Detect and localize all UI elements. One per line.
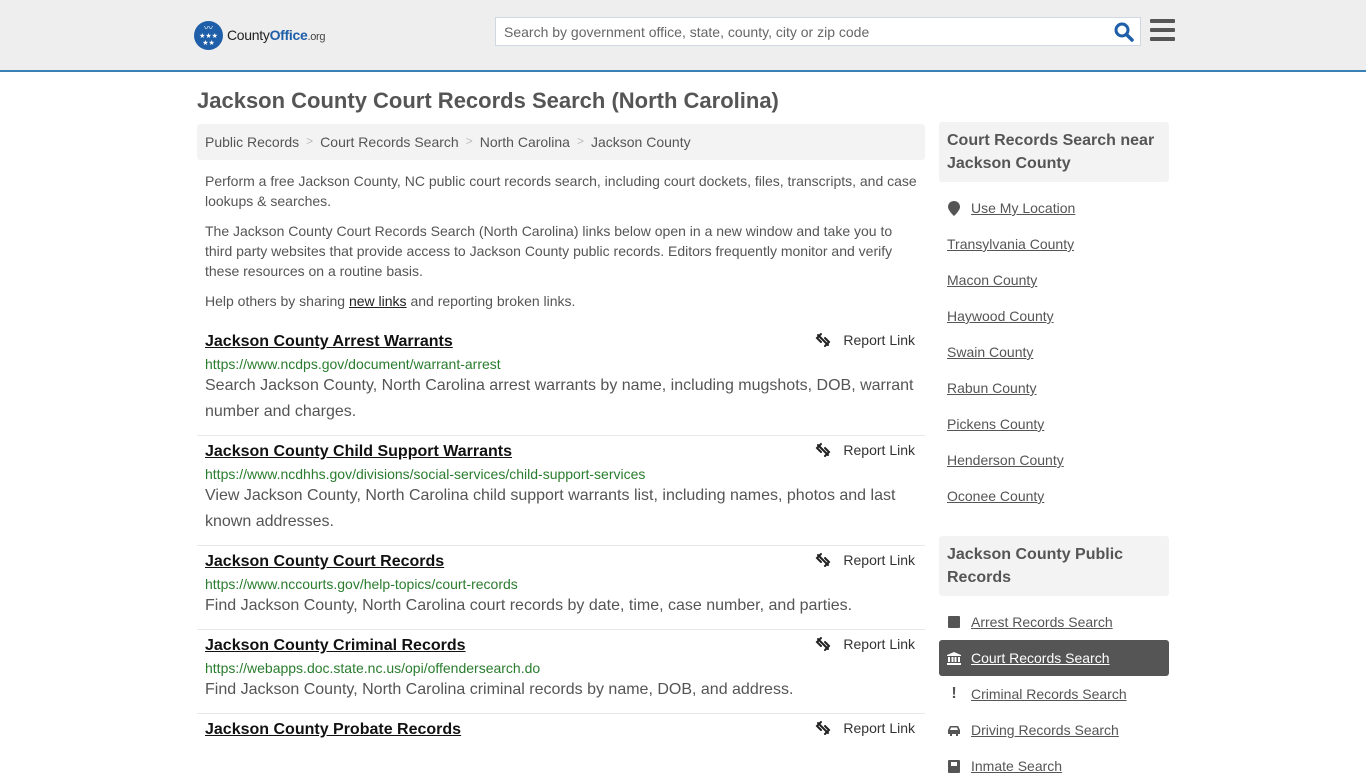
nearby-county-link[interactable]: Macon County [939, 262, 1169, 298]
search-box [495, 17, 1141, 46]
square-icon [947, 616, 961, 628]
breadcrumb-court-records-search[interactable]: Court Records Search [320, 134, 459, 150]
map-marker-icon [947, 200, 961, 216]
sidebar-item-arrest-records[interactable]: Arrest Records Search [939, 604, 1169, 640]
use-my-location[interactable]: Use My Location [939, 190, 1169, 226]
site-logo[interactable]: 〰 ★★★ ★★ CountyOffice.org [194, 20, 326, 50]
report-link-button[interactable]: Report Link [815, 552, 915, 568]
nearby-county-link[interactable]: Henderson County [939, 442, 1169, 478]
result-url: https://www.ncdps.gov/document/warrant-a… [205, 356, 501, 372]
courthouse-icon [947, 651, 961, 665]
breadcrumb-public-records[interactable]: Public Records [205, 134, 299, 150]
intro-paragraph: Help others by sharing new links and rep… [205, 293, 576, 309]
nearby-county-link[interactable]: Oconee County [939, 478, 1169, 514]
result-url: https://webapps.doc.state.nc.us/opi/offe… [205, 660, 541, 676]
result-title-link[interactable]: Jackson County Child Support Warrants [205, 442, 512, 462]
broken-link-icon [815, 721, 831, 735]
sidebar-nearby: Court Records Search near Jackson County… [939, 122, 1169, 514]
broken-link-icon [815, 443, 831, 457]
breadcrumb-separator: > [306, 134, 314, 148]
sidebar-item-inmate-search[interactable]: Inmate Search [939, 748, 1169, 784]
search-input[interactable] [496, 18, 1106, 45]
nearby-county-link[interactable]: Rabun County [939, 370, 1169, 406]
intro-paragraph: Perform a free Jackson County, NC public… [205, 173, 917, 209]
breadcrumb-separator: > [576, 134, 584, 148]
page-title: Jackson County Court Records Search (Nor… [197, 88, 779, 113]
sidebar-item-court-records[interactable]: Court Records Search [939, 640, 1169, 676]
logo-text: CountyOffice.org [227, 27, 326, 43]
result-title-link[interactable]: Jackson County Arrest Warrants [205, 332, 453, 352]
logo-eagle-icon: 〰 ★★★ ★★ [194, 20, 223, 50]
intro-text: Perform a free Jackson County, NC public… [205, 171, 923, 321]
broken-link-icon [815, 333, 831, 347]
breadcrumb-north-carolina[interactable]: North Carolina [480, 134, 570, 150]
intro-paragraph: The Jackson County Court Records Search … [205, 223, 893, 279]
exclamation-icon: ! [951, 685, 957, 702]
breadcrumb-separator: > [465, 134, 473, 148]
result-description: Find Jackson County, North Carolina crim… [205, 681, 794, 698]
nearby-county-link[interactable]: Haywood County [939, 298, 1169, 334]
search-icon[interactable] [1114, 22, 1134, 42]
result-description: View Jackson County, North Carolina chil… [205, 487, 896, 530]
nearby-county-link[interactable]: Transylvania County [939, 226, 1169, 262]
sidebar-item-driving-records[interactable]: Driving Records Search [939, 712, 1169, 748]
result-item: Jackson County Probate Records Report Li… [197, 714, 925, 750]
jail-icon [947, 759, 961, 773]
report-link-button[interactable]: Report Link [815, 720, 915, 736]
report-link-button[interactable]: Report Link [815, 332, 915, 348]
sidebar-heading: Court Records Search near Jackson County [939, 122, 1169, 182]
sidebar-heading: Jackson County Public Records [939, 536, 1169, 596]
hamburger-menu-icon[interactable] [1150, 19, 1175, 41]
results-list: Jackson County Arrest Warrants Report Li… [197, 326, 925, 750]
result-url: https://www.nccourts.gov/help-topics/cou… [205, 576, 518, 592]
nearby-list: Use My Location Transylvania County Maco… [939, 190, 1169, 514]
car-icon [947, 725, 961, 736]
report-link-button[interactable]: Report Link [815, 442, 915, 458]
breadcrumb-jackson-county[interactable]: Jackson County [591, 134, 691, 150]
report-link-button[interactable]: Report Link [815, 636, 915, 652]
result-item: Jackson County Arrest Warrants Report Li… [197, 326, 925, 436]
broken-link-icon [815, 637, 831, 651]
result-url: https://www.ncdhhs.gov/divisions/social-… [205, 466, 646, 482]
result-item: Jackson County Child Support Warrants Re… [197, 436, 925, 546]
nearby-county-link[interactable]: Pickens County [939, 406, 1169, 442]
result-item: Jackson County Criminal Records Report L… [197, 630, 925, 714]
result-title-link[interactable]: Jackson County Probate Records [205, 720, 461, 740]
result-title-link[interactable]: Jackson County Court Records [205, 552, 444, 572]
result-title-link[interactable]: Jackson County Criminal Records [205, 636, 466, 656]
new-links-link[interactable]: new links [349, 293, 407, 309]
sidebar-public-records: Jackson County Public Records Arrest Rec… [939, 536, 1169, 784]
site-header: 〰 ★★★ ★★ CountyOffice.org [0, 0, 1366, 72]
result-description: Find Jackson County, North Carolina cour… [205, 597, 853, 614]
sidebar-item-criminal-records[interactable]: ! Criminal Records Search [939, 676, 1169, 712]
broken-link-icon [815, 553, 831, 567]
result-description: Search Jackson County, North Carolina ar… [205, 377, 914, 420]
breadcrumb: Public Records > Court Records Search > … [197, 124, 925, 160]
nearby-county-link[interactable]: Swain County [939, 334, 1169, 370]
public-records-list: Arrest Records Search Court Records Sear… [939, 604, 1169, 784]
result-item: Jackson County Court Records Report Link… [197, 546, 925, 630]
